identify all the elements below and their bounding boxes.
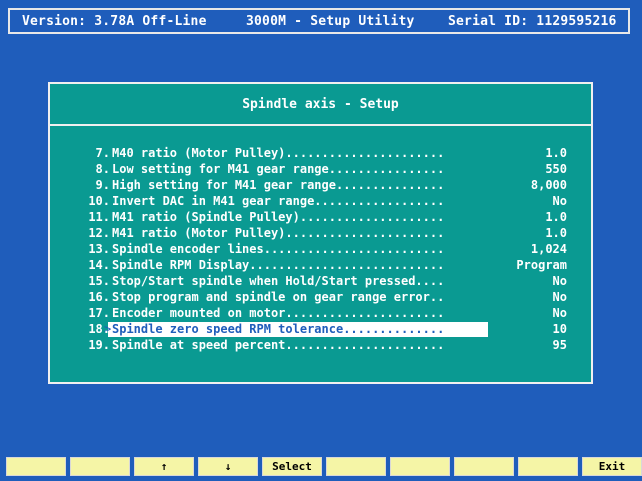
setting-label: Spindle at speed percent................… xyxy=(112,338,445,352)
setting-value: No xyxy=(552,290,567,304)
setting-label: Stop program and spindle on gear range e… xyxy=(112,290,445,304)
setting-label: M41 ratio (Motor Pulley)................… xyxy=(112,226,445,240)
setting-number: 14. xyxy=(88,258,110,272)
panel-title: Spindle axis - Setup xyxy=(242,97,399,112)
setting-value: 10 xyxy=(552,322,567,336)
setting-number: 17. xyxy=(88,306,110,320)
f9-key[interactable] xyxy=(518,457,578,476)
setting-value: No xyxy=(552,306,567,320)
setting-row[interactable]: 11. M41 ratio (Spindle Pulley)...........… xyxy=(50,210,591,226)
setting-label: Stop/Start spindle when Hold/Start press… xyxy=(112,274,445,288)
setting-value: 1.0 xyxy=(545,210,567,224)
setting-number: 11. xyxy=(88,210,110,224)
setting-value: Program xyxy=(516,258,567,272)
setting-row[interactable]: 7. M40 ratio (Motor Pulley)..............… xyxy=(50,146,591,162)
setting-label: Low setting for M41 gear range..........… xyxy=(112,162,445,176)
settings-list: 7. M40 ratio (Motor Pulley)..............… xyxy=(50,146,591,354)
setting-value: 1,024 xyxy=(530,242,567,256)
version-label: Version: 3.78A Off-Line xyxy=(22,14,207,29)
setting-label: M40 ratio (Motor Pulley)................… xyxy=(112,146,445,160)
setting-number: 9. xyxy=(95,178,110,192)
setting-row[interactable]: 13. Spindle encoder lines................… xyxy=(50,242,591,258)
setting-label: Encoder mounted on motor................… xyxy=(112,306,445,320)
select-key[interactable]: Select xyxy=(262,457,322,476)
setting-row[interactable]: 9. High setting for M41 gear range.......… xyxy=(50,178,591,194)
setting-label: Spindle RPM Display.....................… xyxy=(112,258,445,272)
f6-key[interactable] xyxy=(326,457,386,476)
setting-number: 18. xyxy=(88,322,110,336)
setting-row[interactable]: 10. Invert DAC in M41 gear range.........… xyxy=(50,194,591,210)
up-arrow-key[interactable]: ↑ xyxy=(134,457,194,476)
function-key-bar: ↑ ↓ Select Exit xyxy=(6,457,642,477)
spindle-setup-panel: Spindle axis - Setup 7. M40 ratio (Motor … xyxy=(48,82,593,384)
setting-row[interactable]: 17. Encoder mounted on motor.............… xyxy=(50,306,591,322)
setting-label: Spindle zero speed RPM tolerance........… xyxy=(112,322,445,336)
setting-row[interactable]: 12. M41 ratio (Motor Pulley).............… xyxy=(50,226,591,242)
setting-number: 13. xyxy=(88,242,110,256)
setting-row[interactable]: 16. Stop program and spindle on gear rang… xyxy=(50,290,591,306)
setting-number: 19. xyxy=(88,338,110,352)
setting-row[interactable]: >18. Spindle zero speed RPM tolerance....… xyxy=(50,322,591,338)
f8-key[interactable] xyxy=(454,457,514,476)
setting-value: No xyxy=(552,194,567,208)
setting-value: 95 xyxy=(552,338,567,352)
setting-value: No xyxy=(552,274,567,288)
setting-value: 1.0 xyxy=(545,146,567,160)
setting-value: 550 xyxy=(545,162,567,176)
setting-number: 8. xyxy=(95,162,110,176)
setting-value: 1.0 xyxy=(545,226,567,240)
setting-number: 16. xyxy=(88,290,110,304)
title-bar: Version: 3.78A Off-Line 3000M - Setup Ut… xyxy=(8,8,630,34)
exit-key[interactable]: Exit xyxy=(582,457,642,476)
setting-number: 12. xyxy=(88,226,110,240)
setting-row[interactable]: 8. Low setting for M41 gear range........… xyxy=(50,162,591,178)
panel-divider xyxy=(50,124,591,126)
down-arrow-key[interactable]: ↓ xyxy=(198,457,258,476)
setting-label: Invert DAC in M41 gear range............… xyxy=(112,194,445,208)
f1-key[interactable] xyxy=(6,457,66,476)
setting-row[interactable]: 19. Spindle at speed percent.............… xyxy=(50,338,591,354)
setting-row[interactable]: 14. Spindle RPM Display..................… xyxy=(50,258,591,274)
setting-label: M41 ratio (Spindle Pulley)..............… xyxy=(112,210,445,224)
setting-value: 8,000 xyxy=(530,178,567,192)
setting-label: Spindle encoder lines...................… xyxy=(112,242,445,256)
setting-number: 10. xyxy=(88,194,110,208)
setting-row[interactable]: 15. Stop/Start spindle when Hold/Start pr… xyxy=(50,274,591,290)
f7-key[interactable] xyxy=(390,457,450,476)
app-title: 3000M - Setup Utility xyxy=(246,14,415,29)
setting-label: High setting for M41 gear range.........… xyxy=(112,178,445,192)
setting-number: 15. xyxy=(88,274,110,288)
f2-key[interactable] xyxy=(70,457,130,476)
setting-number: 7. xyxy=(95,146,110,160)
serial-id-label: Serial ID: 1129595216 xyxy=(448,14,617,29)
